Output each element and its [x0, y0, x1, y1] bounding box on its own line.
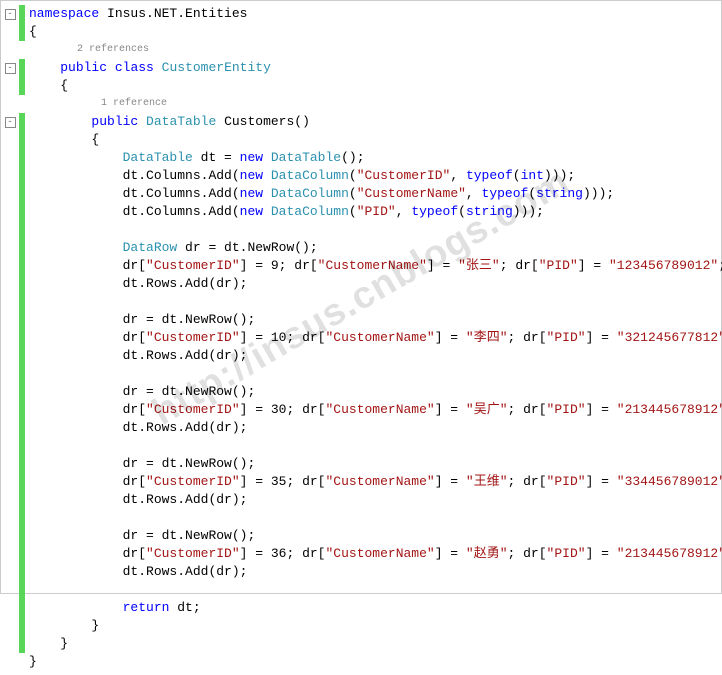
collapse-toggle-icon[interactable]: -	[5, 63, 16, 74]
codelens-reference[interactable]: 1 reference	[25, 95, 721, 113]
code-line: {	[1, 77, 721, 95]
code-text: }	[25, 653, 721, 671]
code-text: dt.Columns.Add(new DataColumn("CustomerN…	[25, 185, 721, 203]
code-text: dt.Rows.Add(dr);	[25, 419, 721, 437]
code-line: dt.Columns.Add(new DataColumn("PID", typ…	[1, 203, 721, 221]
code-text: }	[25, 617, 721, 635]
code-line: {	[1, 131, 721, 149]
code-line: -namespace Insus.NET.Entities	[1, 5, 721, 23]
code-line: dt.Rows.Add(dr);	[1, 275, 721, 293]
code-line	[1, 221, 721, 239]
code-line: dr["CustomerID"] = 9; dr["CustomerName"]…	[1, 257, 721, 275]
code-text: DataTable dt = new DataTable();	[25, 149, 721, 167]
code-text: {	[25, 23, 721, 41]
codelens-reference[interactable]: 2 references	[25, 41, 721, 59]
code-line: dr = dt.NewRow();	[1, 311, 721, 329]
code-text: return dt;	[25, 599, 721, 617]
code-line: dr["CustomerID"] = 35; dr["CustomerName"…	[1, 473, 721, 491]
code-line	[1, 365, 721, 383]
gutter: -	[1, 63, 19, 74]
code-text: dr["CustomerID"] = 35; dr["CustomerName"…	[25, 473, 722, 491]
code-line: - public class CustomerEntity	[1, 59, 721, 77]
code-line	[1, 293, 721, 311]
code-text	[25, 581, 721, 599]
code-line: dt.Rows.Add(dr);	[1, 419, 721, 437]
code-line: 1 reference	[1, 95, 721, 113]
code-text	[25, 365, 721, 383]
code-line: dt.Rows.Add(dr);	[1, 491, 721, 509]
code-editor: -namespace Insus.NET.Entities{ 2 referen…	[1, 1, 721, 675]
code-text	[25, 437, 721, 455]
code-line	[1, 437, 721, 455]
code-line: dr = dt.NewRow();	[1, 455, 721, 473]
code-line: }	[1, 653, 721, 671]
code-text: dr["CustomerID"] = 10; dr["CustomerName"…	[25, 329, 722, 347]
code-line: dt.Columns.Add(new DataColumn("CustomerN…	[1, 185, 721, 203]
code-line: dr = dt.NewRow();	[1, 527, 721, 545]
code-text: DataRow dr = dt.NewRow();	[25, 239, 721, 257]
code-line: - public DataTable Customers()	[1, 113, 721, 131]
code-line: }	[1, 617, 721, 635]
code-text: dt.Columns.Add(new DataColumn("CustomerI…	[25, 167, 721, 185]
code-text: dr["CustomerID"] = 9; dr["CustomerName"]…	[25, 257, 722, 275]
code-line: dr = dt.NewRow();	[1, 383, 721, 401]
code-text: dr["CustomerID"] = 36; dr["CustomerName"…	[25, 545, 722, 563]
code-line: 2 references	[1, 41, 721, 59]
code-text	[25, 293, 721, 311]
code-line	[1, 581, 721, 599]
code-line: dt.Rows.Add(dr);	[1, 347, 721, 365]
code-line: dr["CustomerID"] = 10; dr["CustomerName"…	[1, 329, 721, 347]
code-line: dr["CustomerID"] = 36; dr["CustomerName"…	[1, 545, 721, 563]
code-line: return dt;	[1, 599, 721, 617]
code-text: dt.Rows.Add(dr);	[25, 275, 721, 293]
code-text: dr = dt.NewRow();	[25, 311, 721, 329]
code-text: dt.Rows.Add(dr);	[25, 491, 721, 509]
code-text: public class CustomerEntity	[25, 59, 721, 77]
code-line: dt.Rows.Add(dr);	[1, 563, 721, 581]
code-text: dr = dt.NewRow();	[25, 455, 721, 473]
code-text: dt.Rows.Add(dr);	[25, 347, 721, 365]
code-line: dr["CustomerID"] = 30; dr["CustomerName"…	[1, 401, 721, 419]
code-text: public DataTable Customers()	[25, 113, 721, 131]
code-text: dr = dt.NewRow();	[25, 383, 721, 401]
code-line: DataTable dt = new DataTable();	[1, 149, 721, 167]
code-line: DataRow dr = dt.NewRow();	[1, 239, 721, 257]
code-text: dr["CustomerID"] = 30; dr["CustomerName"…	[25, 401, 722, 419]
code-text: dt.Rows.Add(dr);	[25, 563, 721, 581]
code-line: dt.Columns.Add(new DataColumn("CustomerI…	[1, 167, 721, 185]
collapse-toggle-icon[interactable]: -	[5, 117, 16, 128]
gutter: -	[1, 117, 19, 128]
code-line: }	[1, 635, 721, 653]
gutter: -	[1, 9, 19, 20]
code-line	[1, 509, 721, 527]
code-text: {	[25, 77, 721, 95]
code-text: namespace Insus.NET.Entities	[25, 5, 721, 23]
code-text: }	[25, 635, 721, 653]
code-line: {	[1, 23, 721, 41]
collapse-toggle-icon[interactable]: -	[5, 9, 16, 20]
code-text: dr = dt.NewRow();	[25, 527, 721, 545]
code-text	[25, 221, 721, 239]
code-text: dt.Columns.Add(new DataColumn("PID", typ…	[25, 203, 721, 221]
code-text: {	[25, 131, 721, 149]
code-text	[25, 509, 721, 527]
